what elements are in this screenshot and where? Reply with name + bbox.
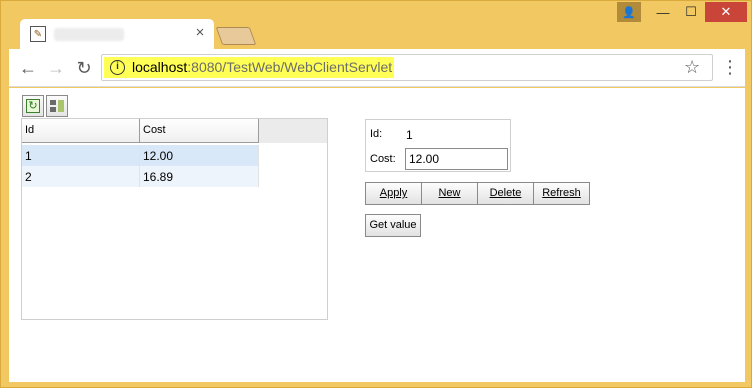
new-button[interactable]: New: [421, 182, 478, 205]
back-arrow-icon[interactable]: ←: [17, 57, 39, 79]
url-path: :8080/TestWeb/WebClientServlet: [187, 59, 393, 75]
cost-label: Cost:: [370, 153, 396, 165]
refresh-icon: ↻: [26, 99, 40, 113]
browser-tab[interactable]: ✎ ×: [20, 19, 214, 49]
user-icon[interactable]: 👤: [617, 2, 641, 22]
column-header-id[interactable]: Id: [22, 119, 140, 143]
refresh-button[interactable]: Refresh: [533, 182, 590, 205]
minimize-button[interactable]: —: [649, 2, 677, 22]
url-host: localhost: [132, 59, 188, 75]
applet-icon: ✎: [30, 26, 46, 42]
forward-arrow-icon[interactable]: →: [45, 57, 67, 79]
cell-id: 2: [22, 166, 140, 187]
columns-tool-button[interactable]: [46, 95, 68, 117]
table-row[interactable]: 2 16.89: [22, 166, 259, 187]
columns-icon: [50, 100, 64, 112]
close-window-button[interactable]: ✕: [705, 2, 747, 22]
new-button-label: New: [438, 187, 461, 199]
refresh-tool-button[interactable]: ↻: [22, 95, 44, 117]
apply-button-label: Apply: [379, 187, 408, 199]
reload-icon[interactable]: ↻: [73, 57, 95, 79]
cell-cost: 16.89: [140, 166, 259, 187]
tab-title: [54, 28, 124, 41]
detail-form: Id: 1 Cost:: [365, 119, 511, 172]
data-grid: Id Cost 1 12.00 2 16.89: [21, 118, 328, 320]
address-bar[interactable]: i localhost:8080/TestWeb/WebClientServle…: [101, 54, 713, 81]
cell-cost: 12.00: [140, 145, 259, 166]
cost-field[interactable]: [405, 148, 508, 170]
delete-button[interactable]: Delete: [477, 182, 534, 205]
browser-window: ✎ × 👤 — ☐ ✕ ← → ↻ i localhost:8080/TestW…: [0, 0, 752, 388]
info-icon[interactable]: i: [110, 60, 125, 75]
new-tab-button[interactable]: [215, 27, 257, 45]
apply-button[interactable]: Apply: [365, 182, 422, 205]
page-content: ↻ Id Cost 1 12.00 2 16.89 Id: 1 Cost: 12…: [9, 88, 745, 382]
kebab-menu-icon[interactable]: ⋮: [721, 57, 739, 79]
id-value: 1: [406, 128, 413, 142]
url-text[interactable]: localhost:8080/TestWeb/WebClientServlet: [132, 59, 392, 75]
bookmark-star-icon[interactable]: ☆: [684, 57, 700, 78]
get-value-button[interactable]: Get value: [365, 214, 421, 237]
column-header-cost[interactable]: Cost: [140, 119, 259, 143]
browser-toolbar: ← → ↻ i localhost:8080/TestWeb/WebClient…: [9, 49, 745, 87]
cell-id: 1: [22, 145, 140, 166]
delete-button-label: Delete: [489, 187, 522, 199]
refresh-button-label: Refresh: [542, 187, 581, 199]
grid-header: Id Cost: [22, 119, 327, 143]
maximize-button[interactable]: ☐: [677, 2, 705, 22]
close-icon[interactable]: ×: [192, 25, 208, 41]
table-row[interactable]: 1 12.00: [22, 145, 259, 166]
id-label: Id:: [370, 128, 383, 140]
